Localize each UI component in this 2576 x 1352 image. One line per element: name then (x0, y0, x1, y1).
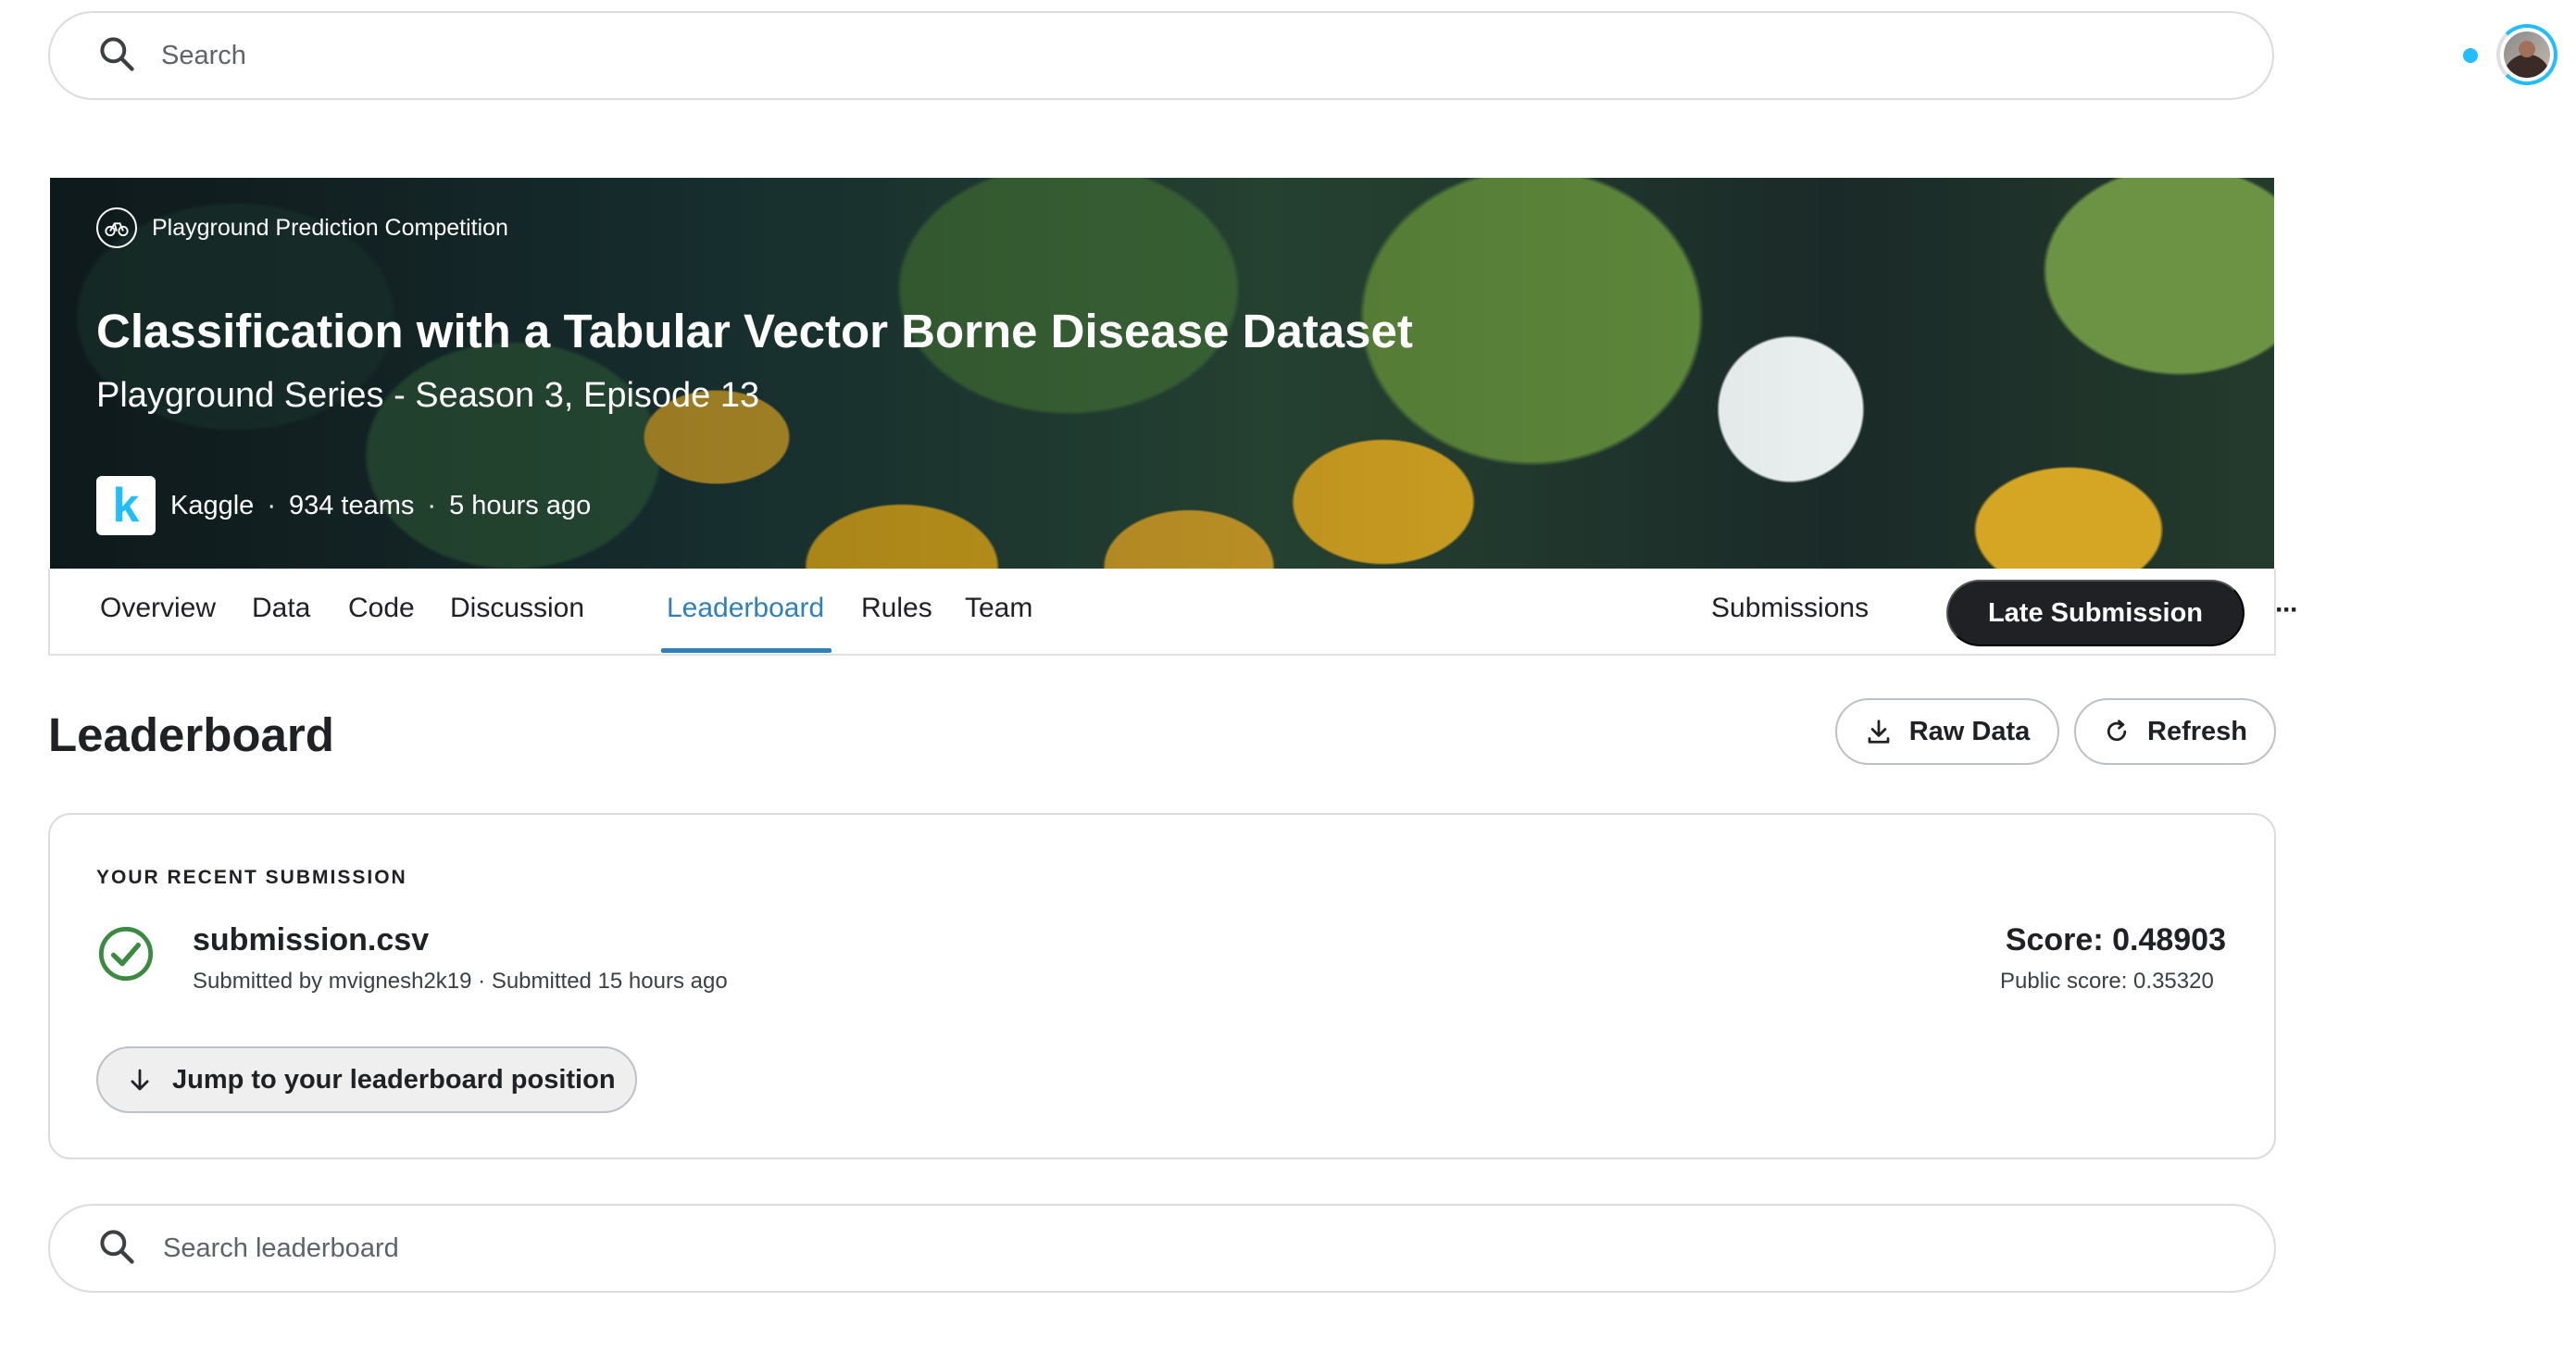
time-ago: 5 hours ago (449, 490, 592, 520)
submission-meta: Submitted by mvignesh2k19 · Submitted 15… (193, 969, 728, 994)
leaderboard-search-bar[interactable] (48, 1204, 2276, 1293)
raw-data-label: Raw Data (1908, 716, 2031, 746)
download-icon (1868, 720, 1890, 744)
competition-badge-icon (96, 207, 137, 248)
jump-to-position-button[interactable]: Jump to your leaderboard position (96, 1046, 637, 1113)
page-title: Leaderboard (48, 708, 334, 761)
public-score: Public score: 0.35320 (2000, 969, 2214, 994)
competition-subtitle: Playground Series - Season 3, Episode 13 (96, 376, 760, 415)
host-name[interactable]: Kaggle (170, 491, 254, 521)
competition-type-label: Playground Prediction Competition (152, 214, 508, 241)
search-icon (96, 33, 137, 79)
avatar-image (2504, 31, 2550, 78)
notification-dot[interactable] (2463, 48, 2478, 63)
search-input[interactable] (161, 40, 2013, 71)
jump-label: Jump to your leaderboard position (172, 1064, 616, 1095)
team-count: 934 teams (288, 490, 415, 520)
page: Playground Prediction Competition Classi… (0, 0, 2576, 1352)
check-circle-icon (96, 924, 156, 983)
raw-data-button[interactable]: Raw Data (1835, 698, 2059, 765)
competition-type: Playground Prediction Competition (96, 207, 508, 248)
refresh-label: Refresh (2147, 716, 2247, 746)
late-submission-button[interactable]: Late Submission (1946, 580, 2245, 646)
separator: · (427, 490, 437, 520)
competition-tabs: Overview Data Code Discussion Leaderboar… (48, 569, 2299, 656)
recent-submission-card: YOUR RECENT SUBMISSION submission.csv Su… (48, 813, 2276, 1159)
section-label: YOUR RECENT SUBMISSION (96, 867, 407, 888)
refresh-button[interactable]: Refresh (2074, 698, 2276, 765)
kaggle-logo[interactable]: k (96, 476, 156, 535)
leaderboard-search-input[interactable] (163, 1233, 2015, 1264)
more-icon[interactable]: ··· (2263, 587, 2309, 633)
tab-discussion[interactable]: Discussion (450, 593, 584, 624)
tab-overview[interactable]: Overview (100, 593, 216, 624)
submission-file-name[interactable]: submission.csv (193, 922, 429, 958)
separator: · (267, 490, 276, 520)
tab-data[interactable]: Data (252, 593, 310, 624)
active-tab-indicator (661, 648, 832, 653)
tab-leaderboard[interactable]: Leaderboard (667, 593, 824, 624)
submission-score: Score: 0.48903 (2005, 922, 2226, 958)
search-icon (96, 1226, 137, 1271)
top-search-bar[interactable] (48, 11, 2274, 100)
competition-title: Classification with a Tabular Vector Bor… (96, 305, 1413, 357)
arrow-down-icon (131, 1069, 149, 1091)
refresh-icon (2107, 720, 2127, 742)
user-avatar[interactable] (2496, 24, 2557, 85)
host-row: k Kaggle · 934 teams · 5 hours ago (96, 476, 591, 535)
tab-team[interactable]: Team (965, 593, 1032, 624)
tab-code[interactable]: Code (348, 593, 415, 624)
competition-banner: Playground Prediction Competition Classi… (50, 178, 2274, 569)
tab-rules[interactable]: Rules (861, 593, 932, 624)
submissions-link[interactable]: Submissions (1711, 593, 1869, 624)
